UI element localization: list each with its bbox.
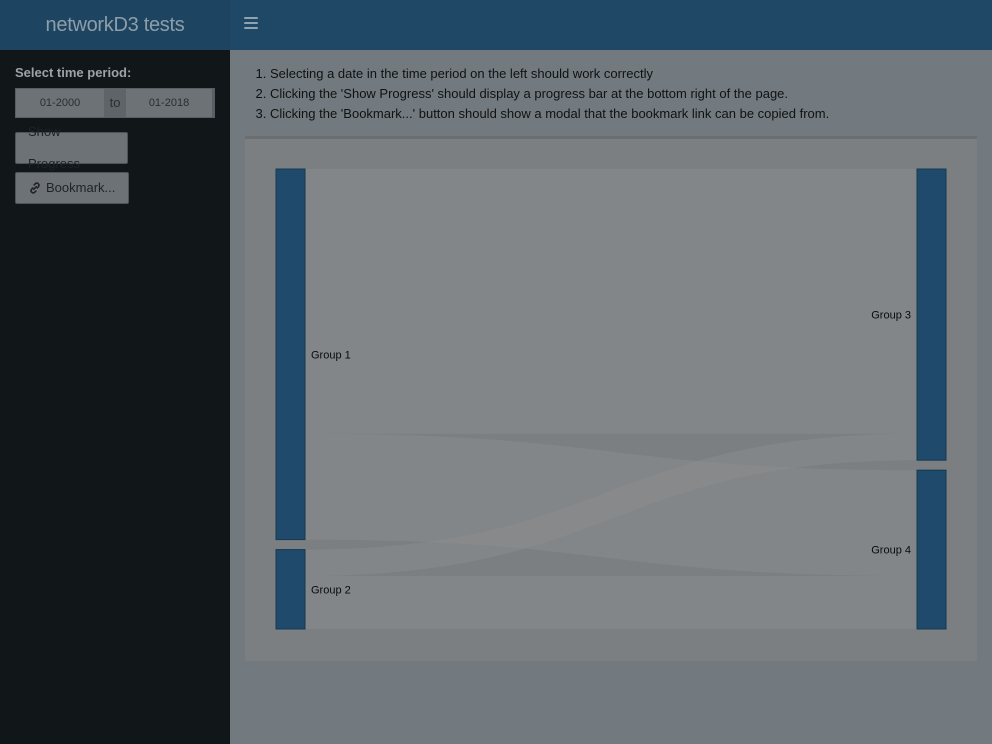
link-icon [30,182,40,194]
date-end-input[interactable] [126,89,212,117]
instruction-item: Clicking the 'Bookmark...' button should… [270,106,829,122]
instructions-list: Selecting a date in the time period on t… [252,66,829,126]
show-progress-label: Show Progress [28,124,81,171]
sidebar-toggle-icon[interactable] [244,17,258,31]
sankey-box: Group 1 Group 2 Group 3 Group 4 [245,136,977,661]
sankey-node-label: Group 3 [871,310,911,322]
top-header: networkD3 tests [0,0,992,50]
sankey-node-label: Group 4 [871,545,911,557]
instruction-item: Selecting a date in the time period on t… [270,66,829,82]
sankey-node-label: Group 1 [311,349,351,361]
sankey-node-group4[interactable] [916,469,947,630]
sankey-diagram: Group 1 Group 2 Group 3 Group 4 [275,168,947,630]
instruction-item: Clicking the 'Show Progress' should disp… [270,86,829,102]
date-start-input[interactable] [16,89,104,117]
app-title: networkD3 tests [0,0,230,50]
date-range-input: to [15,88,215,118]
sankey-node-group3[interactable] [916,168,947,461]
sankey-node-group1[interactable] [275,168,306,541]
bookmark-label: Bookmark... [46,180,116,195]
sidebar: Select time period: to Show Progress Boo… [0,50,230,744]
sankey-node-label: Group 2 [311,584,351,596]
show-progress-button[interactable]: Show Progress [15,124,128,171]
bookmark-button[interactable]: Bookmark... [15,172,129,204]
time-period-label: Select time period: [15,65,132,80]
date-separator: to [104,89,126,117]
main-content: Selecting a date in the time period on t… [230,50,992,744]
sankey-node-group2[interactable] [275,549,306,630]
